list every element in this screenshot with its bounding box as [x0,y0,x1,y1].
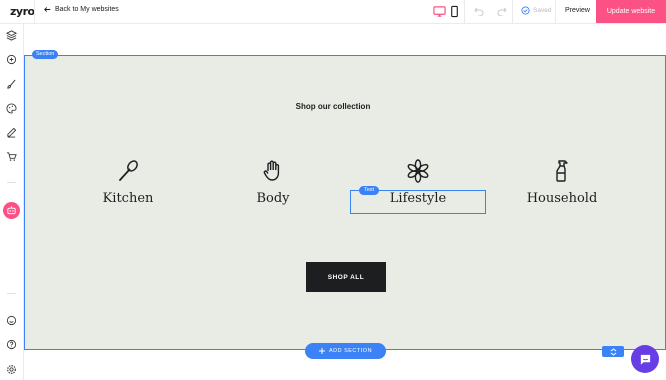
section-tag[interactable]: Section [32,50,59,59]
category-label: Household [526,191,598,206]
saved-status: Saved [521,6,551,15]
divider [7,182,16,183]
divider [464,0,465,23]
text-tag[interactable]: Text [359,186,380,195]
ai-assistant-button[interactable] [3,202,20,219]
spoon-icon [119,160,138,181]
smiley-icon[interactable] [6,315,17,326]
move-section-handle[interactable] [602,346,624,357]
add-section-button[interactable]: ADD SECTION [305,343,386,359]
hand-icon [263,160,280,181]
back-label: Back to My websites [55,6,119,13]
divider [512,0,513,23]
section-title[interactable]: Shop our collection [0,102,666,111]
redo-icon[interactable] [497,6,507,16]
zyro-logo[interactable]: zyro [10,5,35,18]
left-sidebar [0,24,24,380]
category-body[interactable]: Body [203,158,343,206]
flower-icon [407,159,429,183]
divider [555,0,556,23]
check-circle-icon [521,6,530,15]
saved-label: Saved [533,7,552,14]
divider [34,0,35,23]
add-icon[interactable] [6,54,17,65]
chat-button[interactable] [631,345,659,373]
cart-icon[interactable] [6,151,17,162]
chat-icon [640,354,650,365]
update-website-button[interactable]: Update website [596,0,666,23]
category-label: Body [256,191,290,206]
spray-bottle-icon [556,160,568,182]
category-household[interactable]: Household [492,158,632,206]
layers-icon[interactable] [6,30,17,41]
arrow-left-icon [44,7,51,12]
shop-all-button[interactable]: SHOP ALL [306,262,386,292]
divider [7,293,16,294]
add-section-label: ADD SECTION [328,348,373,354]
ai-robot-icon [7,206,16,215]
plus-icon [318,348,325,354]
chevron-up-down-icon [610,347,616,356]
preview-button[interactable]: Preview [565,7,590,14]
category-kitchen[interactable]: Kitchen [58,158,198,206]
back-to-websites-link[interactable]: Back to My websites [44,6,119,13]
undo-icon[interactable] [474,6,484,16]
settings-icon[interactable] [6,364,17,375]
help-icon[interactable] [6,339,17,350]
desktop-view-icon[interactable] [433,5,446,18]
mobile-view-icon[interactable] [448,5,461,18]
pen-icon[interactable] [6,127,17,138]
top-bar: zyro Back to My websites Saved Preview U… [0,0,666,24]
brush-icon[interactable] [6,79,17,90]
category-label: Kitchen [102,191,154,206]
